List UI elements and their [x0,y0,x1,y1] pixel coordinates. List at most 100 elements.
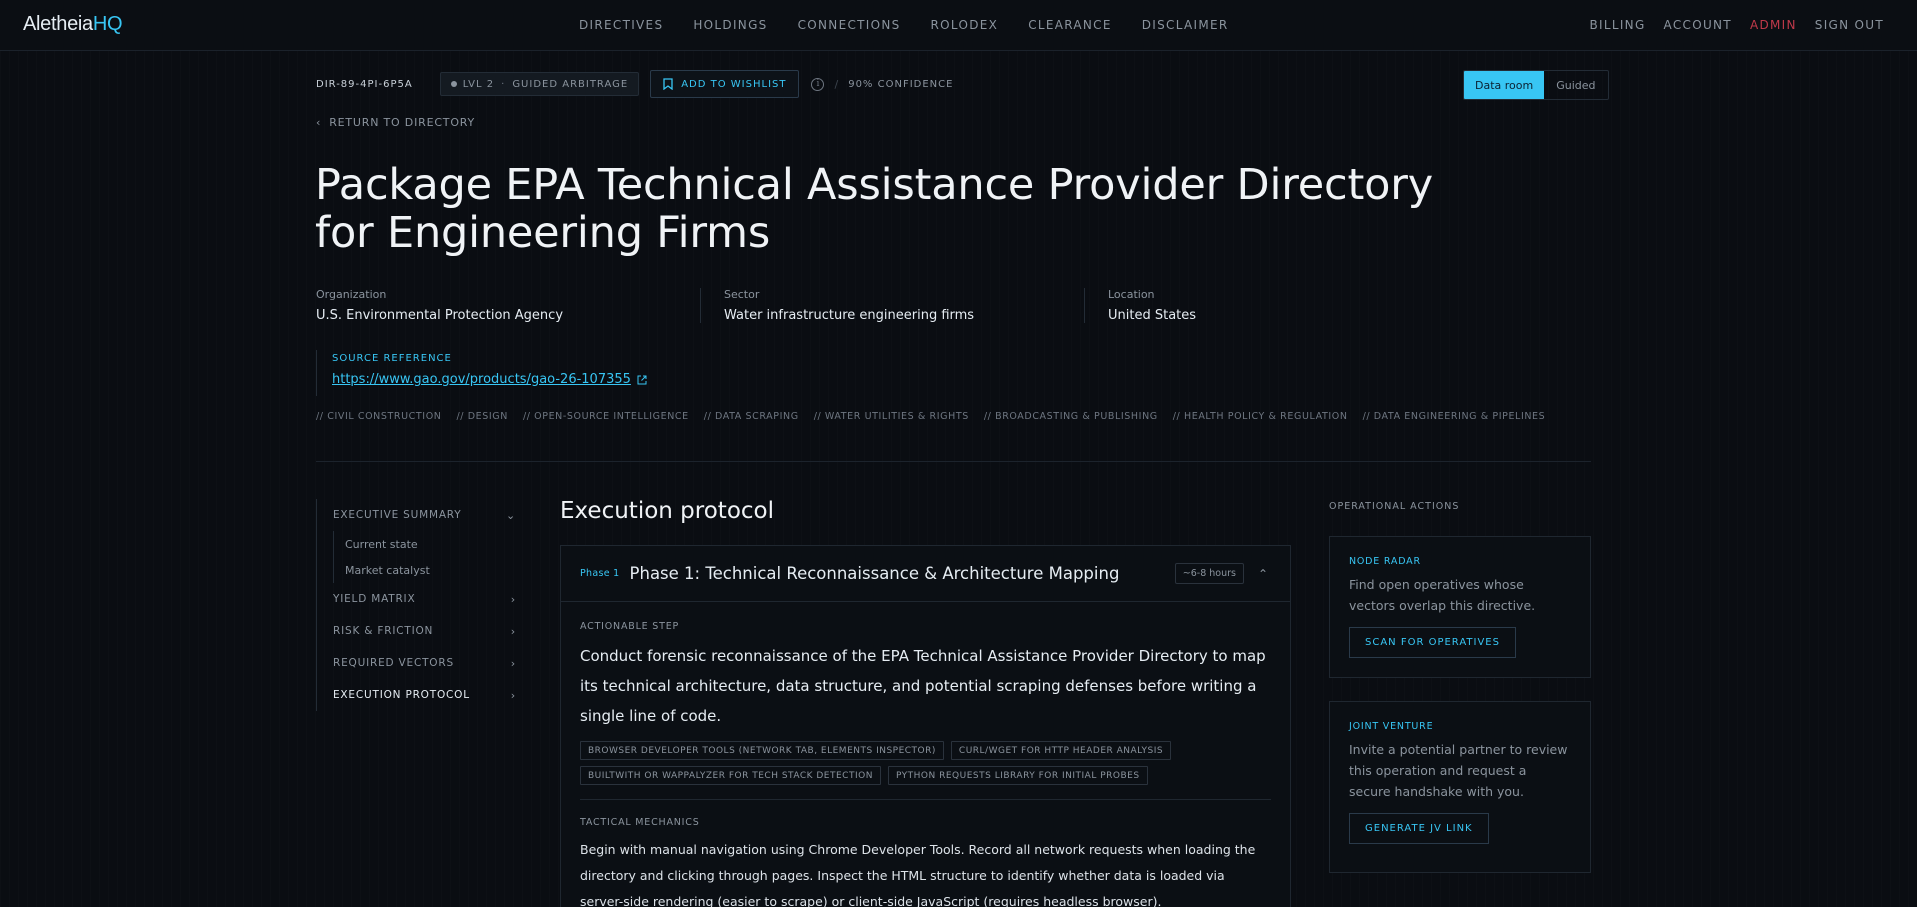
phase-number: Phase 1 [580,568,620,579]
chevron-right-icon: › [510,592,516,606]
phase-header[interactable]: Phase 1 Phase 1: Technical Reconnaissanc… [561,546,1290,602]
tag: // BROADCASTING & PUBLISHING [983,411,1158,422]
sidebar-subitem-market-catalyst[interactable]: Market catalyst [333,557,516,583]
nav-billing[interactable]: BILLING [1589,18,1645,32]
chevron-right-icon: › [510,656,516,670]
sidebar-item-label: YIELD MATRIX [333,593,416,605]
info-icon[interactable]: i [811,77,825,91]
confidence-score: 90% CONFIDENCE [848,78,954,90]
fact-value: Water infrastructure engineering firms [724,308,975,323]
sidebar-item-label: RISK & FRICTION [333,625,434,637]
sidebar-subitems: Current state Market catalyst [316,531,516,583]
card-title: NODE RADAR [1349,556,1421,567]
directive-facts: Organization U.S. Environmental Protecti… [316,288,1468,323]
chevron-up-icon[interactable]: ⌃ [1258,567,1268,581]
chevron-right-icon: › [510,688,516,702]
fact-label: Organization [316,288,387,301]
return-label: RETURN TO DIRECTORY [329,116,476,129]
brand-suffix: HQ [92,13,123,35]
directive-id: DIR-89-4PI-6P5A [316,78,413,90]
mode-text: GUIDED ARBITRAGE [512,78,629,90]
nav-disclaimer[interactable]: DISCLAIMER [1142,18,1229,32]
tag: // CIVIL CONSTRUCTION [316,411,442,422]
tag: // DATA SCRAPING [703,411,799,422]
toggle-data-room[interactable]: Data room [1464,71,1545,99]
card-title: JOINT VENTURE [1349,721,1434,732]
section-divider [316,461,1591,462]
return-to-directory-link[interactable]: ‹ RETURN TO DIRECTORY [316,116,475,129]
chevron-left-icon: ‹ [316,116,322,129]
sidebar-item-risk-friction[interactable]: RISK & FRICTION › [316,615,516,647]
tactical-mechanics-label: TACTICAL MECHANICS [580,817,700,828]
fact-label: Location [1108,288,1155,301]
phase-duration-badge: ~6-8 hours [1174,563,1244,584]
node-radar-card: NODE RADAR Find open operatives whose ve… [1329,536,1591,678]
view-toggle: Data room Guided [1463,70,1609,100]
tool-list: BROWSER DEVELOPER TOOLS (NETWORK TAB, EL… [580,741,1280,785]
fact-sector: Sector Water infrastructure engineering … [700,288,1084,323]
actionable-step-label: ACTIONABLE STEP [580,621,680,632]
joint-venture-card: JOINT VENTURE Invite a potential partner… [1329,701,1591,873]
tag: // HEALTH POLICY & REGULATION [1172,411,1348,422]
brand-logo[interactable]: AletheiaHQ [23,13,123,36]
actionable-step-text: Conduct forensic reconnaissance of the E… [580,647,1266,725]
phase-title: Phase 1: Technical Reconnaissance & Arch… [629,564,1120,583]
sidebar-subitem-current-state[interactable]: Current state [333,531,516,557]
meta-separator: / [834,77,839,91]
scan-for-operatives-button[interactable]: SCAN FOR OPERATIVES [1349,627,1516,658]
primary-nav: DIRECTIVES HOLDINGS CONNECTIONS ROLODEX … [579,18,1259,32]
sidebar-item-label: EXECUTIVE SUMMARY [333,509,462,521]
nav-directives[interactable]: DIRECTIVES [579,18,663,32]
nav-admin[interactable]: ADMIN [1750,18,1797,32]
tactical-mechanics-text: Begin with manual navigation using Chrom… [580,842,1256,907]
brand-name: Aletheia [23,13,93,35]
fact-value: United States [1108,308,1197,323]
generate-jv-link-button[interactable]: GENERATE JV LINK [1349,813,1489,844]
top-nav: AletheiaHQ DIRECTIVES HOLDINGS CONNECTIO… [0,0,1917,51]
bookmark-icon [663,78,673,90]
phase-divider [580,799,1271,800]
chevron-right-icon: › [510,624,516,638]
nav-sign-out[interactable]: SIGN OUT [1815,18,1884,32]
nav-holdings[interactable]: HOLDINGS [693,18,767,32]
level-text: LVL 2 [462,78,495,90]
nav-clearance[interactable]: CLEARANCE [1028,18,1112,32]
nav-account[interactable]: ACCOUNT [1664,18,1732,32]
external-link-icon [637,375,647,384]
sidebar-item-label: REQUIRED VECTORS [333,657,454,669]
tag: // WATER UTILITIES & RIGHTS [813,411,969,422]
phase-body: ACTIONABLE STEP Conduct forensic reconna… [561,602,1290,907]
fact-label: Sector [724,288,760,301]
section-heading: Execution protocol [560,498,774,524]
sidebar-item-execution-protocol[interactable]: EXECUTION PROTOCOL › [316,679,516,711]
level-badge: LVL 2 · GUIDED ARBITRAGE [439,72,640,96]
tool-chip: CURL/WGET FOR HTTP HEADER ANALYSIS [950,741,1172,760]
nav-connections[interactable]: CONNECTIONS [798,18,901,32]
sidebar-item-label: EXECUTION PROTOCOL [333,689,470,701]
source-url-link[interactable]: https://www.gao.gov/products/gao-26-1073… [332,372,647,387]
toggle-guided[interactable]: Guided [1544,71,1607,99]
tool-chip: BUILTWITH OR WAPPALYZER FOR TECH STACK D… [580,766,881,785]
wishlist-label: ADD TO WISHLIST [681,78,787,90]
sidebar-item-required-vectors[interactable]: REQUIRED VECTORS › [316,647,516,679]
sidebar-item-executive-summary[interactable]: EXECUTIVE SUMMARY ⌄ [316,499,516,531]
source-reference: SOURCE REFERENCE https://www.gao.gov/pro… [316,350,647,396]
tool-chip: PYTHON REQUESTS LIBRARY FOR INITIAL PROB… [887,766,1148,785]
directive-meta-row: DIR-89-4PI-6P5A LVL 2 · GUIDED ARBITRAGE… [316,70,954,98]
sidebar-item-yield-matrix[interactable]: YIELD MATRIX › [316,583,516,615]
tag: // DESIGN [456,411,508,422]
execution-protocol-section: Execution protocol Phase 1 Phase 1: Tech… [560,498,1291,907]
account-nav: BILLING ACCOUNT ADMIN SIGN OUT [1571,18,1884,32]
tag-list: // CIVIL CONSTRUCTION // DESIGN // OPEN-… [316,411,1560,422]
source-url-text: https://www.gao.gov/products/gao-26-1073… [332,372,631,387]
section-sidebar: EXECUTIVE SUMMARY ⌄ Current state Market… [316,499,516,711]
add-to-wishlist-button[interactable]: ADD TO WISHLIST [650,70,800,98]
fact-value: U.S. Environmental Protection Agency [316,308,564,323]
nav-rolodex[interactable]: ROLODEX [931,18,999,32]
tool-chip: BROWSER DEVELOPER TOOLS (NETWORK TAB, EL… [580,741,944,760]
level-separator: · [501,78,506,90]
phase-card: Phase 1 Phase 1: Technical Reconnaissanc… [560,545,1291,907]
card-description: Invite a potential partner to review thi… [1349,742,1568,799]
source-label: SOURCE REFERENCE [332,353,452,364]
operational-actions-label: OPERATIONAL ACTIONS [1329,501,1460,512]
